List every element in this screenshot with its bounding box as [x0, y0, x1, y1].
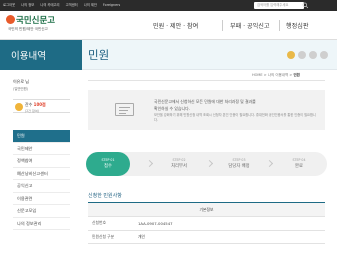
my-proposal-link[interactable]: 나의 제안 — [84, 1, 97, 10]
breadcrumb: HOME > 나의 이용내역 > 민원 — [252, 73, 300, 78]
step-number: STEP 04 — [292, 158, 306, 162]
search-input[interactable]: 검색어를 입력해주세요 — [254, 2, 304, 9]
step-label: 접수 — [104, 164, 112, 169]
step-number: STEP 02 — [172, 158, 186, 162]
site-logo[interactable]: 국민신문고 국민의 민원/제안 국민신고 — [6, 14, 56, 37]
user-info: 이유로 님 (일반민원) — [13, 79, 70, 91]
help-icon[interactable] — [287, 51, 295, 59]
document-icon — [115, 103, 134, 116]
user-type: (일반민원) — [13, 87, 29, 91]
nav-item-civil-complaints[interactable]: 민원 · 제안 · 참여 — [153, 11, 198, 40]
nav-divider — [222, 20, 223, 31]
complaint-info-table: 기본정보 신청번호 1AA-0907-004547 민원신청 구분 개인 — [88, 203, 325, 244]
table-row: 민원신청 구분 개인 — [88, 230, 325, 244]
notice-detail: 보안을 강화하기 위해 민원신청 내역 조회시 신청자 본인 인증이 필요합니다… — [154, 113, 316, 122]
progress-steps: STEP 01 접수 STEP 02 처리부서 STEP 03 담당자 배정 S… — [86, 152, 327, 176]
sidebar-item-label: 정책참여 — [17, 158, 33, 163]
logo-mark-icon — [6, 15, 15, 24]
logo-title: 국민신문고 — [16, 16, 56, 26]
points-sub: (2건 참여) — [25, 109, 39, 113]
table-header: 기본정보 — [88, 203, 325, 217]
table-value: 1AA-0907-004547 — [134, 216, 325, 231]
sidebar-item-label: 공익신고 — [17, 183, 33, 188]
points-label-text: 잔수 — [25, 102, 33, 107]
page-title: 민원 — [88, 48, 110, 62]
nav-divider — [279, 20, 280, 31]
table-key: 민원신청 구분 — [88, 230, 134, 244]
step-received: STEP 01 접수 — [86, 152, 130, 176]
breadcrumb-parent[interactable]: 나의 이용내역 — [268, 73, 288, 77]
section-title: 신청한 민원사항 — [88, 193, 122, 199]
step-label: 완료 — [295, 164, 303, 169]
breadcrumb-separator: > — [263, 73, 267, 77]
top-bar: 로그아웃 나의 정보 나의 카테고리 고객센터 나의 제안 Foreigners… — [0, 0, 337, 11]
coin-icon — [15, 103, 23, 111]
step-department: STEP 02 처리부서 — [154, 152, 204, 176]
share-icon[interactable] — [309, 51, 317, 59]
sidebar-item-label: 민원 — [17, 133, 25, 138]
step-label: 처리부서 — [171, 164, 187, 169]
sidebar-title: 이용내역 — [11, 51, 46, 62]
step-number: STEP 03 — [232, 158, 246, 162]
table-value: 개인 — [134, 230, 325, 244]
step-label: 담당자 배정 — [228, 164, 250, 169]
chevron-right-icon — [265, 159, 274, 168]
sidebar-item-budget-waste[interactable]: 예산낭비신고센터 — [13, 168, 70, 180]
sidebar-item-usage[interactable]: 이용관련 — [13, 193, 70, 205]
header: 국민신문고 국민의 민원/제안 국민신고 민원 · 제안 · 참여 부패 · 공… — [0, 11, 337, 40]
sidebar-item-policy[interactable]: 정책참여 — [13, 155, 70, 168]
my-category-link[interactable]: 나의 카테고리 — [40, 1, 59, 10]
step-complete: STEP 04 완료 — [274, 152, 324, 176]
table-key: 신청번호 — [88, 216, 134, 231]
sidebar-item-civil-complaint[interactable]: 민원 — [13, 130, 70, 143]
chevron-right-icon — [205, 159, 214, 168]
sidebar-item-label: 예산낭비신고센터 — [17, 170, 48, 176]
user-name: 이유로 님 — [13, 79, 29, 84]
logo-subtitle: 국민의 민원/제안 국민신고 — [8, 27, 48, 31]
chevron-right-icon — [145, 159, 154, 168]
nav-item-corruption-report[interactable]: 부패 · 공익신고 — [230, 11, 269, 40]
top-links: 로그아웃 나의 정보 나의 카테고리 고객센터 나의 제안 Foreigners — [3, 1, 120, 10]
my-info-link[interactable]: 나의 정보 — [21, 1, 34, 10]
table-header-row: 기본정보 — [88, 203, 325, 217]
sidebar-item-public-report[interactable]: 공익신고 — [13, 180, 70, 193]
points-box: 잔수 100점 (2건 참여) — [13, 99, 70, 113]
scrap-icon[interactable] — [320, 51, 328, 59]
logout-link[interactable]: 로그아웃 — [3, 1, 15, 10]
points-value: 100점 — [33, 102, 46, 107]
notice-box: 국민신문고에서 신청하신 모든 민원에 대한 처리과정 및 결과를 확인하실 수… — [88, 90, 325, 130]
print-icon[interactable] — [298, 51, 306, 59]
sidebar-item-proposal[interactable]: 국민제안 — [13, 143, 70, 155]
sidebar-item-label: 신문고모임 — [17, 208, 37, 213]
nav-item-admin-appeal[interactable]: 행정심판 — [286, 11, 308, 40]
notice-line-2: 확인하실 수 있습니다. — [154, 106, 190, 111]
table-row: 신청번호 1AA-0907-004547 — [88, 216, 325, 231]
notice-text: 국민신문고에서 신청하신 모든 민원에 대한 처리과정 및 결과를 확인하실 수… — [154, 98, 314, 112]
breadcrumb-current: 민원 — [293, 73, 300, 77]
breadcrumb-separator: > — [289, 73, 293, 77]
step-number: STEP 01 — [101, 158, 115, 162]
sidebar-item-label: 국민제안 — [17, 145, 33, 151]
foreigners-link[interactable]: Foreigners — [103, 1, 120, 10]
page-header: 민원 — [82, 40, 337, 70]
sidebar-menu: 민원 국민제안 정책참여 예산낭비신고센터 공익신고 이용관련 신문고모임 나의… — [13, 130, 70, 230]
sidebar-title-bar: 이용내역 — [0, 40, 82, 70]
sidebar-item-my-info[interactable]: 나의 정보관리 — [13, 218, 70, 230]
breadcrumb-home[interactable]: HOME — [252, 73, 263, 77]
sidebar-item-label: 나의 정보관리 — [17, 220, 42, 226]
step-assignee: STEP 03 담당자 배정 — [214, 152, 264, 176]
sidebar-item-groups[interactable]: 신문고모임 — [13, 205, 70, 218]
notice-line-1: 국민신문고에서 신청하신 모든 민원에 대한 처리과정 및 결과를 — [154, 99, 256, 104]
help-center-link[interactable]: 고객센터 — [66, 1, 78, 10]
divider — [88, 80, 325, 81]
search-icon[interactable] — [302, 2, 309, 9]
sidebar-item-label: 이용관련 — [17, 195, 33, 201]
